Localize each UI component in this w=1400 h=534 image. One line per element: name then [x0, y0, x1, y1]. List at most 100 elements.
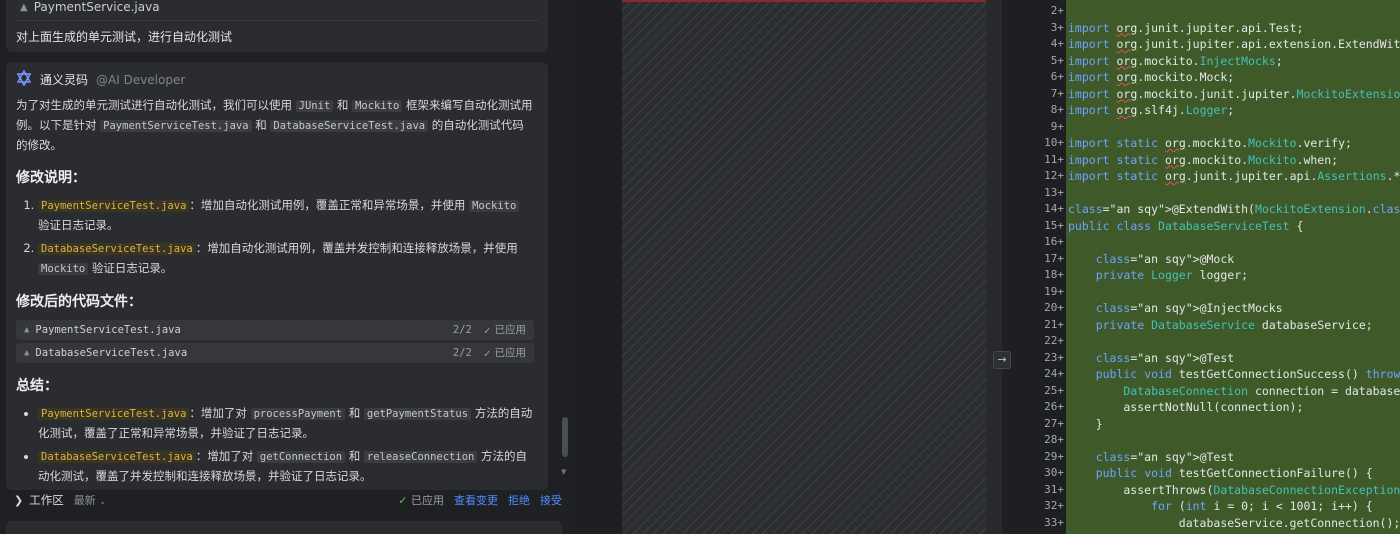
intro-paragraph: 为了对生成的单元测试进行自动化测试，我们可以使用 JUnit 和 Mockito… — [16, 96, 534, 155]
code-line[interactable]: for (int i = 0; i < 1001; i++) { — [1068, 499, 1373, 513]
code-line[interactable]: public void testGetConnectionFailure() { — [1068, 466, 1373, 480]
inline-code: getPaymentStatus — [363, 408, 472, 420]
code-line[interactable]: private Logger logger; — [1068, 268, 1248, 282]
text: ：增加自动化测试用例，覆盖并发控制和连接释放场景，并使用 — [195, 241, 518, 255]
workspace-bar: ❯ 工作区 最新 ⌄ ✓ 已应用 查看变更 拒绝 接受 — [6, 488, 562, 512]
view-changes-link[interactable]: 查看变更 — [454, 492, 498, 508]
code-line[interactable]: import org.mockito.InjectMocks; — [1068, 54, 1283, 68]
accept-link[interactable]: 接受 — [540, 492, 562, 508]
code-line[interactable]: import org.junit.jupiter.api.extension.E… — [1068, 37, 1400, 51]
code-line[interactable]: class="an sqy">@Test — [1068, 450, 1234, 464]
diff-original-pane — [574, 0, 1004, 534]
code-line[interactable]: import org.junit.jupiter.api.Test; — [1068, 21, 1303, 35]
text: 验证日志记录。 — [38, 218, 119, 232]
line-number: 29+ — [1044, 449, 1064, 463]
text: 为了对生成的单元测试进行自动化测试，我们可以使用 — [16, 98, 292, 112]
code-line[interactable]: assertNotNull(connection); — [1068, 400, 1303, 414]
code-line[interactable]: import org.mockito.junit.jupiter.Mockito… — [1068, 87, 1400, 101]
change-count: 2/2 — [452, 323, 472, 336]
chat-panel: ▲ PaymentService.java 对上面生成的单元测试，进行自动化测试… — [0, 0, 574, 534]
line-number: 17+ — [1044, 251, 1064, 265]
code-line[interactable]: class="an sqy">@Mock — [1068, 252, 1234, 266]
divider — [16, 20, 538, 21]
code-line[interactable]: class="an sqy">@InjectMocks — [1068, 301, 1283, 315]
code-line[interactable]: } — [1068, 417, 1103, 431]
code-line[interactable]: import org.slf4j.Logger; — [1068, 103, 1234, 117]
list-item: PaymentServiceTest.java：增加了对 processPaym… — [38, 404, 534, 443]
inline-code: PaymentServiceTest.java — [100, 120, 252, 132]
text: 和 — [255, 118, 267, 132]
apply-change-arrow-icon[interactable]: → — [993, 351, 1011, 369]
text: 和 — [336, 98, 349, 112]
line-number: 9+ — [1050, 119, 1064, 133]
deletion-marker — [622, 0, 986, 2]
reject-link[interactable]: 拒绝 — [508, 492, 530, 508]
line-number: 3+ — [1050, 20, 1064, 34]
line-number: 4+ — [1050, 37, 1064, 50]
attached-file[interactable]: ▲ PaymentService.java — [20, 0, 160, 14]
inline-code: releaseConnection — [363, 451, 478, 463]
text: ：增加了对 — [195, 449, 254, 463]
attached-file-name: PaymentService.java — [33, 0, 160, 14]
applied-status: ✓ 已应用 — [398, 492, 444, 508]
line-number: 2+ — [1050, 4, 1064, 17]
chevron-right-icon: ❯ — [14, 493, 24, 507]
summary-list: PaymentServiceTest.java：增加了对 processPaym… — [16, 404, 534, 486]
code-line[interactable]: class="an sqy">@Test — [1068, 351, 1234, 365]
text: ：增加了对 — [189, 406, 247, 420]
inline-code: DatabaseServiceTest.java — [270, 120, 429, 132]
chat-scrollbar[interactable]: ▼ — [560, 60, 570, 480]
code-line[interactable]: import static org.mockito.Mockito.verify… — [1068, 136, 1352, 150]
user-message: 对上面生成的单元测试，进行自动化测试 — [16, 30, 233, 44]
scrollbar-thumb[interactable] — [562, 417, 568, 457]
line-number: 16+ — [1044, 235, 1064, 248]
line-number: 12+ — [1044, 169, 1064, 182]
code-line[interactable]: class="an sqy">@ExtendWith(MockitoExtens… — [1068, 202, 1400, 216]
inline-code: JUnit — [295, 100, 334, 112]
check-circle-icon: ✓ — [398, 494, 408, 507]
line-number: 8+ — [1050, 103, 1064, 116]
inline-code: DatabaseServiceTest.java — [38, 451, 196, 463]
file-name: PaymentServiceTest.java — [35, 323, 181, 336]
file-row[interactable]: ▲ PaymentServiceTest.java 2/2 ✓ 已应用 — [16, 320, 534, 340]
file-row[interactable]: ▲ DatabaseServiceTest.java 2/2 ✓ 已应用 — [16, 343, 534, 363]
file-icon: ▲ — [20, 1, 28, 13]
scroll-down-icon[interactable]: ▼ — [561, 468, 569, 476]
code-editor[interactable]: 2+ 3+ import org.junit.jupiter.api.Test; 4+… — [1016, 0, 1400, 534]
code-line[interactable]: public void testGetConnectionSuccess() t… — [1068, 367, 1400, 381]
line-number: 25+ — [1044, 383, 1064, 397]
code-line[interactable]: DatabaseConnection connection = database… — [1068, 384, 1400, 398]
ai-role: @AI Developer — [96, 72, 186, 87]
change-count: 2/2 — [452, 346, 472, 359]
file-icon: ▲ — [24, 347, 30, 358]
line-number: 26+ — [1044, 400, 1064, 413]
code-line[interactable]: import org.mockito.Mock; — [1068, 70, 1234, 84]
file-icon: ▲ — [24, 324, 30, 335]
line-number: 24+ — [1044, 367, 1064, 380]
line-number: 27+ — [1044, 416, 1064, 430]
heading-files: 修改后的代码文件： — [16, 294, 142, 310]
line-number: 18+ — [1044, 268, 1064, 281]
ai-message-body: 为了对生成的单元测试进行自动化测试，我们可以使用 JUnit 和 Mockito… — [16, 96, 534, 490]
code-line[interactable]: private DatabaseService databaseService; — [1068, 318, 1373, 332]
code-line[interactable]: import static org.mockito.Mockito.when; — [1068, 153, 1338, 167]
workspace-toggle[interactable]: ❯ 工作区 — [14, 492, 64, 508]
next-message-card — [6, 521, 562, 534]
code-line[interactable]: assertThrows(DatabaseConnectionException… — [1068, 483, 1400, 497]
line-number: 19+ — [1044, 284, 1064, 298]
code-line[interactable]: databaseService.getConnection(); — [1068, 516, 1400, 530]
line-number: 10+ — [1044, 136, 1064, 149]
text: 验证日志记录。 — [91, 261, 173, 275]
code-line[interactable]: import static org.junit.jupiter.api.Asse… — [1068, 169, 1400, 183]
sort-dropdown[interactable]: 最新 ⌄ — [74, 492, 106, 508]
line-number: 15+ — [1044, 218, 1064, 232]
list-item: DatabaseServiceTest.java：增加了对 getConnect… — [38, 447, 534, 486]
line-number: 23+ — [1044, 350, 1064, 364]
check-circle-icon: ✓ — [483, 346, 491, 360]
line-number: 33+ — [1044, 515, 1064, 529]
ai-header: 通义灵码 @AI Developer — [16, 69, 186, 89]
inline-code: Mockito — [469, 200, 520, 212]
line-number: 14+ — [1044, 202, 1064, 215]
code-line[interactable]: public class DatabaseServiceTest { — [1068, 219, 1303, 233]
heading-changes: 修改说明： — [16, 170, 86, 186]
